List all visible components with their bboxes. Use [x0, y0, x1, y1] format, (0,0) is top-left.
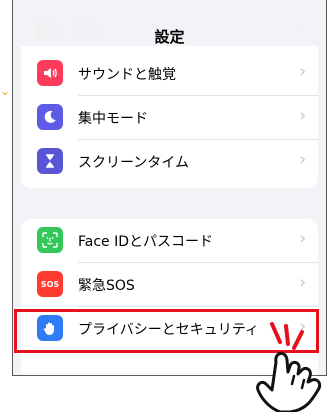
chevron-right-icon: ›: [299, 149, 307, 170]
settings-item-face-id[interactable]: Face IDとパスコード ›: [21, 219, 318, 263]
side-arrow-mark: ⌄: [0, 84, 11, 98]
hourglass-icon: [37, 148, 63, 174]
chevron-right-icon: ›: [299, 61, 307, 82]
settings-item-screen-time[interactable]: スクリーンタイム ›: [21, 140, 318, 184]
settings-group-1: サウンドと触覚 › 集中モード › スクリーンタイム ›: [21, 46, 318, 188]
pointing-hand-icon: [256, 322, 322, 412]
settings-item-emergency-sos[interactable]: SOS 緊急SOS ›: [21, 263, 318, 307]
navigation-bar: 設定: [13, 0, 326, 46]
settings-item-label: スクリーンタイム: [78, 155, 190, 171]
settings-item-label: サウンドと触覚: [78, 67, 176, 83]
page-title: 設定: [154, 28, 185, 46]
settings-item-label: 緊急SOS: [78, 278, 135, 294]
screenshot-frame: ⌄ 通知 › 設定 サウンドと触覚 ›: [0, 0, 328, 412]
settings-item-label: Face IDとパスコード: [78, 234, 214, 250]
moon-icon: [37, 104, 63, 130]
sos-icon: SOS: [37, 271, 63, 297]
chevron-right-icon: ›: [299, 272, 307, 293]
chevron-right-icon: ›: [299, 228, 307, 249]
settings-item-focus[interactable]: 集中モード ›: [21, 96, 318, 140]
sos-icon-text: SOS: [40, 279, 60, 289]
settings-item-label: 集中モード: [78, 111, 148, 127]
face-id-icon: [37, 227, 63, 253]
chevron-right-icon: ›: [299, 105, 307, 126]
speaker-icon: [37, 60, 63, 86]
settings-item-sounds[interactable]: サウンドと触覚 ›: [21, 52, 318, 96]
